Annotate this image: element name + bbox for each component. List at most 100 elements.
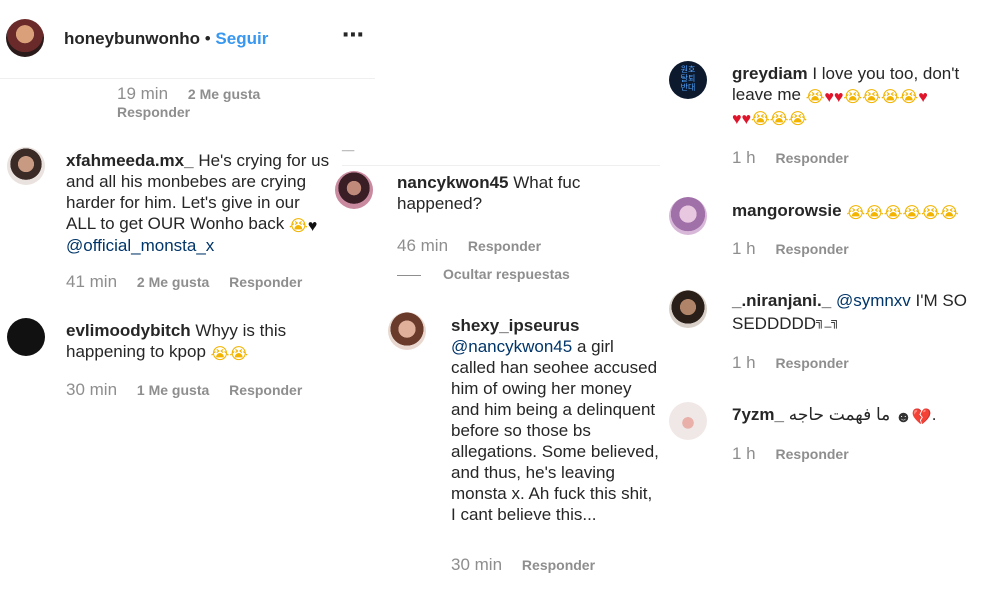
comment-likes[interactable]: 2 Me gusta <box>137 274 209 290</box>
comment-time: 1 h <box>732 239 756 258</box>
red-heart-icon: ♥ <box>918 89 928 106</box>
comment-meta: 1 h Responder <box>732 353 865 373</box>
crying-emoji-icon: 😭 <box>939 205 959 222</box>
comment-time: 1 h <box>732 353 756 372</box>
post-author-username[interactable]: honeybunwonho <box>64 29 200 48</box>
middle-comments-panel: __ nancykwon45 What fuc happened? 46 min… <box>330 140 665 590</box>
follow-button[interactable]: Seguir <box>215 29 268 48</box>
crying-emoji-icon: 😭 <box>846 205 866 222</box>
reply-button[interactable]: Responder <box>522 557 595 573</box>
red-heart-icon: ♥ <box>741 111 752 128</box>
comment-body: evlimoodybitch Whyy is this happening to… <box>66 320 366 363</box>
crying-emoji-icon: 😭 <box>229 346 249 363</box>
avatar[interactable] <box>7 147 45 185</box>
avatar[interactable] <box>7 318 45 356</box>
hide-replies-line <box>397 274 421 276</box>
red-heart-icon: ♥ <box>824 89 834 106</box>
avatar[interactable] <box>6 19 44 57</box>
header-divider <box>0 78 375 79</box>
comment-text-line: He's crying for us <box>198 151 330 170</box>
reply-button[interactable]: Responder <box>776 150 849 166</box>
reply-button[interactable]: Responder <box>776 241 849 257</box>
avatar[interactable]: 원호 탈퇴 반대 <box>669 61 707 99</box>
red-heart-icon: ♥ <box>833 89 844 106</box>
avatar[interactable] <box>388 312 426 350</box>
reply-username[interactable]: shexy_ipseurus <box>451 316 580 335</box>
comment-body: xfahmeeda.mx_ He's crying for us and all… <box>66 150 366 256</box>
comment-time: 1 h <box>732 444 756 463</box>
crying-emoji-icon: 😭 <box>880 89 900 106</box>
kaomoji: ╗_╗ <box>816 314 840 328</box>
comment-username[interactable]: xfahmeeda.mx_ <box>66 151 194 170</box>
reply-text-line: monsta x. Ah fuck this shit, <box>451 484 653 503</box>
crying-emoji-icon: 😭 <box>769 111 789 128</box>
reply-time: 30 min <box>451 555 503 574</box>
comment-text-line: happened? <box>397 194 483 213</box>
red-heart-icon: ♥ <box>732 111 742 128</box>
mention-link[interactable]: @official_monsta_x <box>66 236 214 255</box>
comment-likes[interactable]: 1 Me gusta <box>137 382 209 398</box>
hide-replies-toggle[interactable]: Ocultar respuestas <box>397 266 570 282</box>
avatar[interactable] <box>669 402 707 440</box>
avatar-text-line: 원호 <box>680 65 696 74</box>
comment-meta: 19 min 2 Me gusta <box>117 84 276 104</box>
avatar[interactable] <box>335 171 373 209</box>
mention-link[interactable]: @nancykwon45 <box>451 337 572 356</box>
comment-time: 30 min <box>66 380 118 399</box>
dark-face-icon: ☻ <box>894 409 912 426</box>
comment-trailing: . <box>931 405 937 424</box>
comment-text-line: I'M SO <box>915 291 967 310</box>
comment-username[interactable]: nancykwon45 <box>397 173 509 192</box>
avatar-text: 원호 탈퇴 반대 <box>669 65 707 92</box>
reply-button[interactable]: Responder <box>468 238 541 254</box>
reply-button[interactable]: Responder <box>117 104 190 120</box>
right-comments-panel: 원호 탈퇴 반대 greydiam I love you too, don't … <box>662 50 1000 480</box>
crying-emoji-icon: 😭 <box>883 205 903 222</box>
crying-emoji-icon: 😭 <box>865 205 884 222</box>
black-heart-icon: ♥ <box>307 218 318 235</box>
reply-button[interactable]: Responder <box>229 274 302 290</box>
comment-text-line: leave me <box>732 85 801 104</box>
reply-button[interactable]: Responder <box>776 355 849 371</box>
comment-text-line: SEDDDDD <box>732 314 817 333</box>
reply-button[interactable]: Responder <box>776 446 849 462</box>
comment-username[interactable]: evlimoodybitch <box>66 321 191 340</box>
comment-meta: 41 min 2 Me gusta Responder <box>66 272 318 292</box>
comment-likes[interactable]: 2 Me gusta <box>188 86 260 102</box>
comment-username[interactable]: mangorowsie <box>732 201 842 220</box>
post-header: honeybunwonho • Seguir <box>64 29 268 49</box>
comment-meta: 30 min 1 Me gusta Responder <box>66 380 318 400</box>
comment-username[interactable]: 7yzm_ <box>732 405 784 424</box>
reply-text-line: called han seohee accused <box>451 358 658 377</box>
comment-text-line: Whyy is this <box>195 321 287 340</box>
comment-text-line: and all his monbebes are crying <box>66 172 307 191</box>
mention-link[interactable]: @symnxv <box>836 291 911 310</box>
comment-meta: 46 min Responder <box>397 236 557 256</box>
broken-heart-icon: 💔 <box>911 409 932 426</box>
crying-emoji-icon: 😭 <box>805 89 825 106</box>
comment-time: 46 min <box>397 236 449 255</box>
more-options-icon[interactable]: ⋯ <box>342 22 365 48</box>
left-comments-panel: honeybunwonho • Seguir ⋯ 19 min 2 Me gus… <box>0 0 380 430</box>
comment-meta: 1 h Responder <box>732 148 865 168</box>
avatar-text-line: 탈퇴 <box>680 74 696 83</box>
avatar-text-line: 반대 <box>680 83 696 92</box>
comment-body: 7yzm_ ما فهمت حاجه ☻💔. <box>732 404 997 426</box>
reply-text-line: a girl <box>576 337 614 356</box>
reply-text-line: and him being a delinquent <box>451 400 656 419</box>
reply-text-line: him of owing her money <box>451 379 632 398</box>
comment-username[interactable]: _.niranjani._ <box>732 291 831 310</box>
avatar[interactable] <box>669 197 707 235</box>
avatar[interactable] <box>669 290 707 328</box>
reply-body: shexy_ipseurus @nancykwon45 a girl calle… <box>451 315 665 525</box>
comment-username[interactable]: greydiam <box>732 64 808 83</box>
comment-meta: 1 h Responder <box>732 239 865 259</box>
panel-divider <box>342 165 660 166</box>
reply-text-line: I cant believe this... <box>451 505 597 524</box>
header-separator: • <box>204 29 211 48</box>
comment-text-line: harder for him. Let's give in our <box>66 193 300 212</box>
comment-time: 19 min <box>117 84 169 103</box>
comment-body: _.niranjani._ @symnxv I'M SO SEDDDDD╗_╗ <box>732 290 997 334</box>
reply-button[interactable]: Responder <box>229 382 302 398</box>
crying-emoji-icon: 😭 <box>788 111 808 128</box>
